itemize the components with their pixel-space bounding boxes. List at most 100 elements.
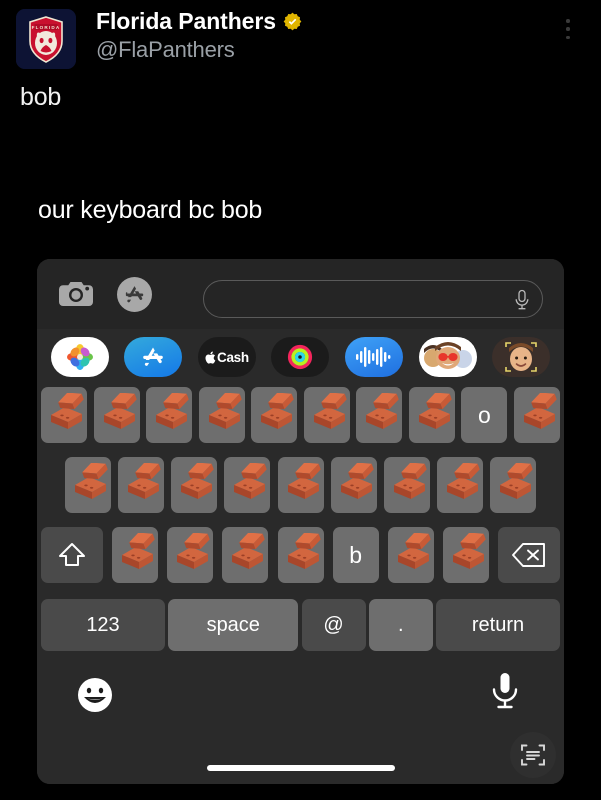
key-letter-o[interactable]: o	[461, 387, 508, 443]
space-key[interactable]: space	[168, 599, 299, 651]
screenshot-root: FLORIDA Florida Panthers @FlaPanthers bo…	[0, 0, 601, 800]
at-key[interactable]: @	[301, 599, 366, 651]
brick-icon	[208, 393, 242, 429]
display-name-row: Florida Panthers	[96, 7, 302, 35]
key-brick[interactable]	[356, 387, 403, 443]
key-brick[interactable]	[118, 457, 165, 513]
app-store-icon	[117, 276, 152, 312]
audio-waveform-icon	[356, 347, 391, 367]
camera-button[interactable]	[57, 277, 94, 311]
keyboard-row-2	[37, 457, 564, 513]
key-brick[interactable]	[167, 527, 214, 583]
photos-icon	[66, 344, 93, 370]
app-icon-fitness[interactable]	[271, 337, 330, 377]
key-brick[interactable]	[442, 527, 489, 583]
key-brick[interactable]	[436, 457, 483, 513]
keyboard-row-1: o	[37, 387, 564, 443]
imessage-app-row: Cash	[37, 329, 564, 385]
emoji-smiley-icon	[78, 678, 112, 712]
message-input[interactable]	[203, 280, 543, 318]
brick-icon	[418, 393, 452, 429]
keyboard-row-3: b	[37, 527, 564, 583]
key-brick[interactable]	[251, 387, 298, 443]
key-brick[interactable]	[222, 527, 269, 583]
avatar[interactable]: FLORIDA	[16, 9, 76, 69]
brick-icon	[446, 463, 480, 499]
app-icon-appstore[interactable]	[124, 337, 183, 377]
keyboard-screenshot: Cash o b 123 space @ . return	[37, 259, 564, 784]
key-brick[interactable]	[146, 387, 193, 443]
key-brick[interactable]	[93, 387, 140, 443]
key-brick[interactable]	[112, 527, 159, 583]
return-key[interactable]: return	[436, 599, 560, 651]
display-name[interactable]: Florida Panthers	[96, 7, 276, 35]
apple-cash-icon: Cash	[205, 350, 249, 365]
emoji-button[interactable]	[77, 677, 113, 718]
shift-key[interactable]	[41, 527, 103, 583]
key-brick[interactable]	[65, 457, 111, 513]
brick-icon	[181, 463, 214, 499]
app-icon-digital-touch[interactable]	[345, 337, 404, 377]
brick-icon	[156, 393, 189, 429]
brick-icon	[287, 463, 321, 499]
brick-icon	[287, 533, 321, 569]
brick-icon	[103, 393, 137, 429]
tweet-header: FLORIDA Florida Panthers @FlaPanthers	[0, 0, 601, 78]
key-brick[interactable]	[303, 387, 350, 443]
memoji-icon	[495, 338, 548, 376]
keyboard-bottom-bar	[37, 655, 564, 784]
brick-icon	[232, 533, 266, 569]
tweet-body-text: bob	[20, 83, 62, 111]
app-store-icon	[143, 347, 164, 366]
key-brick[interactable]	[198, 387, 245, 443]
period-key[interactable]: .	[368, 599, 433, 651]
text-scan-button[interactable]	[510, 732, 556, 778]
memoji-stickers-icon	[421, 338, 474, 376]
key-brick[interactable]	[490, 457, 536, 513]
more-menu-button[interactable]	[557, 16, 579, 42]
app-icon-photos[interactable]	[50, 337, 109, 377]
brick-icon	[51, 393, 84, 429]
text-scan-icon	[521, 744, 545, 766]
key-brick[interactable]	[171, 457, 218, 513]
brick-icon	[128, 463, 161, 499]
key-brick[interactable]	[330, 457, 377, 513]
dot	[566, 35, 570, 39]
app-icon-memoji[interactable]	[492, 337, 551, 377]
camera-icon	[58, 282, 93, 306]
app-icon-apple-cash[interactable]: Cash	[197, 337, 256, 377]
apple-cash-label: Cash	[217, 349, 249, 365]
dictation-button[interactable]	[490, 671, 520, 716]
key-brick[interactable]	[41, 387, 87, 443]
verified-badge-icon	[283, 12, 302, 30]
key-brick[interactable]	[387, 527, 434, 583]
brick-icon	[452, 533, 486, 569]
brick-icon	[313, 393, 347, 429]
brick-icon	[177, 533, 210, 569]
brick-icon	[340, 463, 374, 499]
keyboard-keys: o b 123 space @ . return	[37, 387, 564, 655]
microphone-icon	[492, 673, 518, 709]
numeric-key[interactable]: 123	[41, 599, 165, 651]
brick-icon	[75, 463, 108, 499]
key-brick[interactable]	[408, 387, 455, 443]
key-brick[interactable]	[277, 527, 324, 583]
key-letter-b[interactable]: b	[332, 527, 379, 583]
brick-icon	[397, 533, 431, 569]
brick-icon	[261, 393, 294, 429]
dot	[566, 27, 570, 31]
florida-panthers-logo-icon: FLORIDA	[16, 9, 76, 69]
key-brick[interactable]	[224, 457, 271, 513]
app-icon-memoji-stickers[interactable]	[418, 337, 477, 377]
name-block: Florida Panthers @FlaPanthers	[96, 7, 302, 64]
imessage-toolbar	[37, 259, 564, 329]
handle[interactable]: @FlaPanthers	[96, 36, 302, 64]
microphone-icon[interactable]	[514, 289, 530, 316]
key-brick[interactable]	[277, 457, 324, 513]
key-brick[interactable]	[383, 457, 430, 513]
brick-icon	[393, 463, 427, 499]
caption-text: our keyboard bc bob	[38, 196, 263, 224]
key-brick[interactable]	[513, 387, 560, 443]
app-store-button[interactable]	[116, 276, 153, 312]
backspace-key[interactable]	[498, 527, 560, 583]
